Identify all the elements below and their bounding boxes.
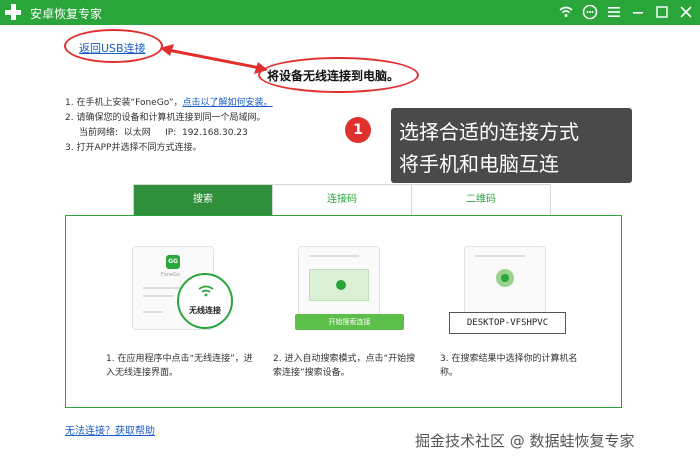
callout-line-2: 将手机和电脑互连: [399, 152, 559, 176]
watermark: 掘金技术社区 @ 数据蛙恢复专家: [415, 432, 635, 450]
placeholder-line: [475, 255, 525, 257]
connection-tabs: 搜索 连接码 二维码: [133, 184, 551, 216]
minimize-icon[interactable]: [630, 4, 646, 20]
chat-icon[interactable]: [582, 4, 598, 20]
step-description-1: 1. 在应用程序中点击“无线连接”，进入无线连接界面。: [106, 354, 253, 378]
double-arrow-icon: [160, 44, 268, 74]
wifi-icon: [198, 285, 214, 297]
ip-label: IP:: [165, 128, 177, 138]
step-description-2: 2. 进入自动搜索模式，点击“开始搜索连接”搜索设备。: [273, 354, 416, 378]
menu-icon[interactable]: [606, 4, 622, 20]
app-title: 安卓恢复专家: [30, 7, 103, 21]
back-to-usb-link[interactable]: 返回USB连接: [79, 40, 146, 56]
page-heading: 将设备无线连接到电脑。: [267, 69, 400, 83]
device-name-box: DESKTOP-VFSHPVC: [449, 312, 566, 334]
install-help-link[interactable]: 点击以了解如何安装。: [183, 98, 273, 108]
network-label: 当前网络:: [79, 128, 119, 138]
tab-qr-code[interactable]: 二维码: [411, 185, 550, 215]
help-link[interactable]: 无法连接？获取帮助: [65, 422, 155, 437]
network-value: 以太网: [123, 128, 151, 138]
location-pin-icon: [496, 269, 514, 287]
ip-value: 192.168.30.23: [181, 128, 248, 138]
start-search-button: 开始搜索连接: [295, 314, 404, 330]
step-description-3: 3. 在搜索结果中选择你的计算机名称。: [440, 354, 578, 378]
step-3: 3. 打开APP并选择不同方式连接。: [65, 143, 202, 153]
app-name-label: FoneGo: [161, 272, 180, 278]
plus-logo-icon: [4, 3, 22, 21]
wifi-icon[interactable]: [558, 4, 574, 20]
search-panel: GG FoneGo 无线连接 开始搜索连接 DESKTOP-VFSHPVC 1.…: [65, 215, 622, 408]
step-1-text: 1. 在手机上安装“FoneGo”，: [65, 98, 183, 108]
step-1: 1. 在手机上安装“FoneGo”，点击以了解如何安装。: [65, 96, 273, 111]
wireless-connect-icon: 无线连接: [177, 273, 233, 329]
maximize-icon[interactable]: [654, 4, 670, 20]
callout-number-badge: 1: [345, 117, 371, 143]
titlebar-controls: [558, 4, 694, 20]
network-info: 当前网络: 以太网 IP: 192.168.30.23: [65, 126, 273, 141]
tab-search[interactable]: 搜索: [134, 185, 272, 215]
placeholder-line: [143, 295, 173, 297]
wireless-connect-label: 无线连接: [189, 306, 221, 315]
fonego-logo-icon: GG: [166, 255, 180, 269]
placeholder-line: [143, 287, 183, 289]
callout-line-1: 选择合适的连接方式: [399, 120, 579, 144]
tab-connection-code[interactable]: 连接码: [272, 185, 411, 215]
title-bar: 安卓恢复专家: [0, 0, 700, 25]
callout-box: 选择合适的连接方式 将手机和电脑互连: [391, 108, 632, 183]
map-illustration: [309, 269, 369, 301]
placeholder-line: [309, 255, 359, 257]
placeholder-line: [143, 311, 163, 313]
instruction-steps: 1. 在手机上安装“FoneGo”，点击以了解如何安装。 2. 请确保您的设备和…: [65, 96, 273, 156]
close-icon[interactable]: [678, 4, 694, 20]
step-2: 2. 请确保您的设备和计算机连接到同一个局域网。: [65, 113, 266, 123]
